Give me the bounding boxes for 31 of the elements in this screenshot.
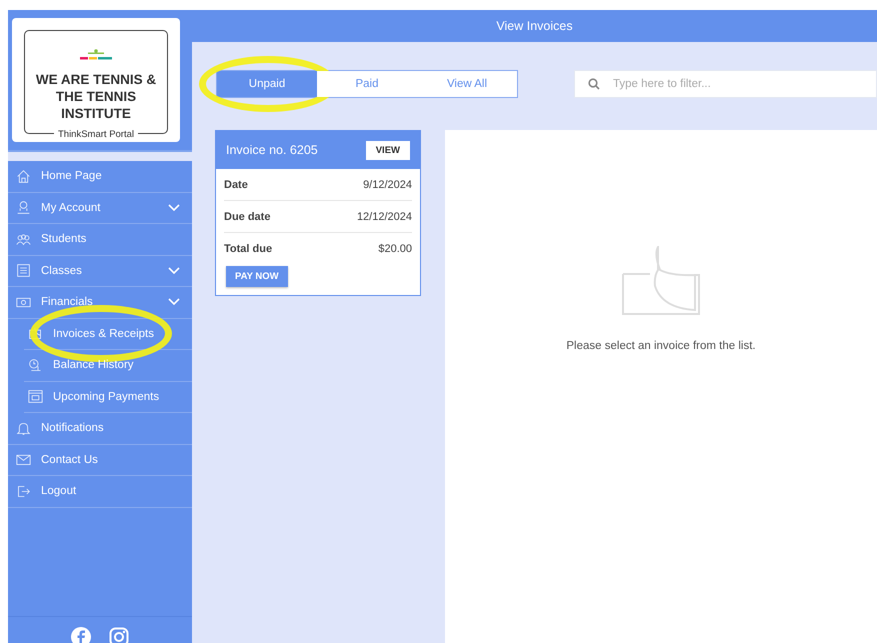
chevron-icon (168, 266, 180, 275)
chevron-icon (168, 298, 180, 306)
field-value: 12/12/2024 (356, 210, 412, 222)
home-icon (16, 168, 31, 184)
field-label: Date (224, 178, 248, 190)
calendar-icon (28, 389, 43, 404)
field-label: Total due (224, 242, 272, 254)
filter-tab[interactable]: Unpaid (217, 71, 317, 97)
invoice-title: Invoice no. 6205 (226, 143, 318, 157)
field-label: Due date (224, 210, 270, 222)
search-icon (588, 78, 600, 90)
empty-message: Please select an invoice from the list. (566, 340, 756, 352)
portal-subtitle: ThinkSmart Portal (54, 129, 138, 140)
bell-icon (16, 420, 31, 436)
instagram-icon[interactable] (109, 627, 129, 643)
mail-icon (16, 452, 31, 468)
empty-document-icon (622, 246, 700, 316)
search-field[interactable]: Type here to filter... (574, 70, 877, 98)
brand-title: WE ARE TENNIS & THE TENNIS INSTITUTE (34, 71, 158, 122)
page-title-bar: View Invoices (192, 10, 877, 42)
field-value: $20.00 (378, 242, 412, 254)
field-value: 9/12/2024 (363, 178, 412, 190)
facebook-icon[interactable] (71, 627, 91, 643)
people-icon (16, 232, 31, 247)
chevron-icon (168, 204, 180, 212)
pay-now-button[interactable]: PAY NOW (226, 266, 288, 287)
list-icon (16, 263, 31, 278)
logout-icon (16, 484, 31, 499)
history-icon (28, 358, 43, 373)
user-icon (16, 200, 31, 216)
view-button[interactable]: VIEW (366, 140, 410, 160)
